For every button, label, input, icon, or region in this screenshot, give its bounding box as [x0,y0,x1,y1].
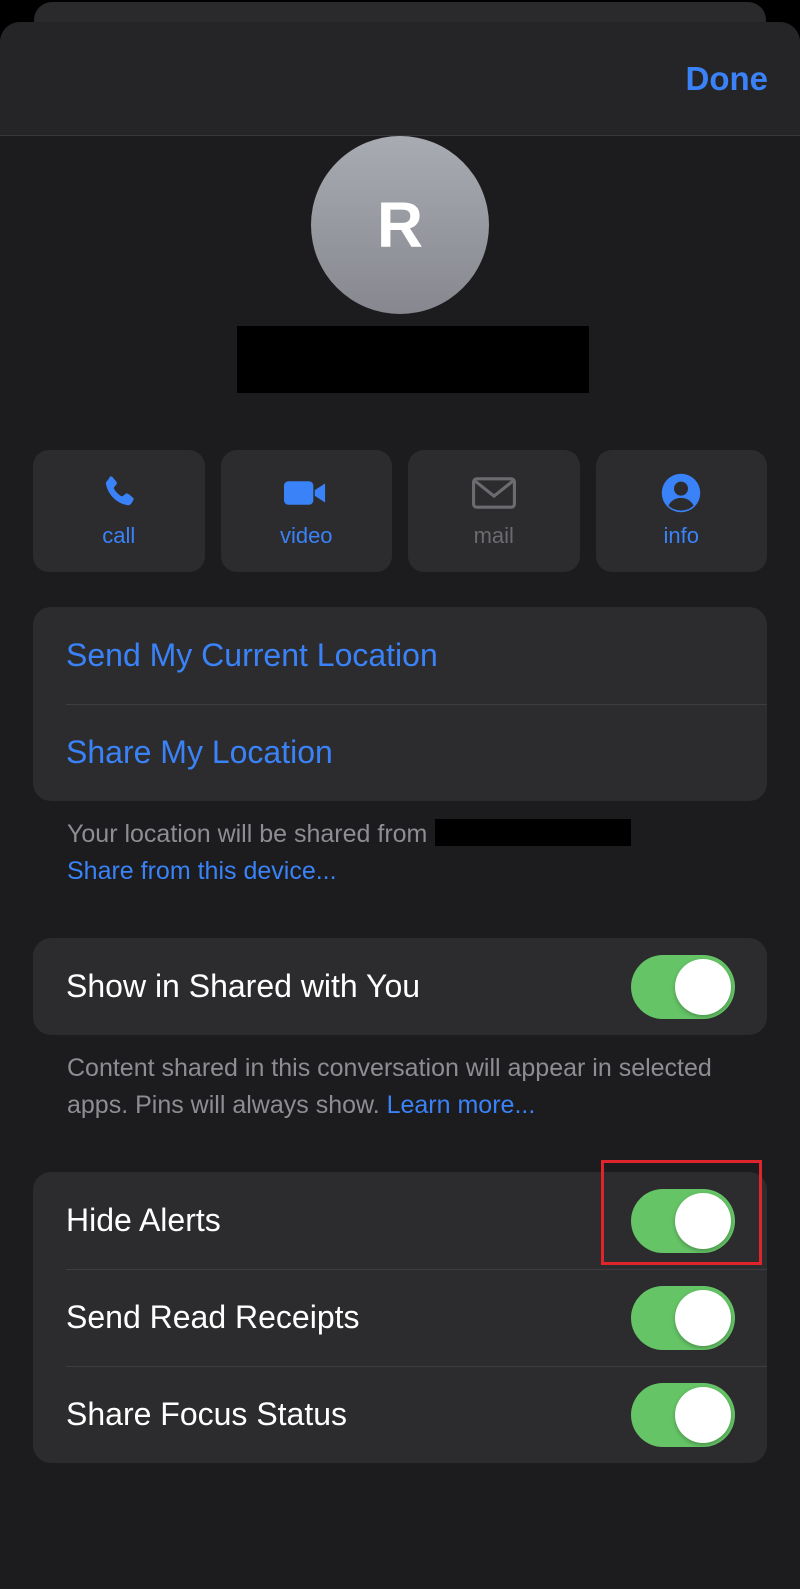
shared-with-you-footnote: Content shared in this conversation will… [67,1050,747,1124]
phone-icon [97,473,141,513]
navigation-bar: Done [0,22,800,136]
share-location-link[interactable]: Share My Location [66,734,333,771]
location-footnote-text: Your location will be shared from [67,820,428,848]
video-camera-icon [284,473,328,513]
avatar: R [311,136,489,314]
share-focus-status-toggle[interactable] [631,1382,735,1447]
shared-with-you-row: Show in Shared with You [33,938,767,1035]
shared-with-you-label: Show in Shared with You [66,968,421,1004]
send-current-location-row[interactable]: Send My Current Location [33,607,767,704]
share-from-device-link[interactable]: Share from this device... [67,857,337,885]
avatar-initial: R [376,189,424,261]
toggle-knob [675,1289,731,1346]
contact-actions: call video mail info [33,450,767,572]
video-label: video [279,523,333,548]
send-current-location-link[interactable]: Send My Current Location [66,637,438,674]
call-label: call [102,523,136,548]
learn-more-link[interactable]: Learn more... [387,1091,536,1119]
shared-with-you-toggle[interactable] [631,954,735,1019]
contact-name-redacted [237,326,589,393]
person-circle-icon [659,473,703,513]
info-button[interactable]: info [595,450,767,572]
envelope-icon [471,473,516,513]
share-focus-status-label: Share Focus Status [66,1396,348,1432]
info-label: info [663,523,699,548]
video-button[interactable]: video [220,450,392,572]
mail-label: mail [473,523,514,548]
toggle-knob [675,1386,731,1443]
device-name-redacted [435,819,632,846]
location-group: Send My Current Location Share My Locati… [33,607,767,801]
hide-alerts-label: Hide Alerts [66,1202,221,1238]
send-read-receipts-label: Send Read Receipts [66,1299,360,1335]
done-button[interactable]: Done [686,60,769,98]
shared-with-you-group: Show in Shared with You [33,938,767,1035]
toggle-knob [675,958,731,1015]
mail-button[interactable]: mail [408,450,580,572]
contact-details-sheet: Done R call video mail info Send My Curr… [0,22,800,1589]
call-button[interactable]: call [33,450,205,572]
highlight-box [601,1160,762,1265]
send-read-receipts-row: Send Read Receipts [33,1269,767,1366]
share-focus-status-row: Share Focus Status [33,1366,767,1463]
share-location-row[interactable]: Share My Location [33,704,767,801]
location-footnote: Your location will be shared from Share … [67,816,747,890]
send-read-receipts-toggle[interactable] [631,1285,735,1350]
